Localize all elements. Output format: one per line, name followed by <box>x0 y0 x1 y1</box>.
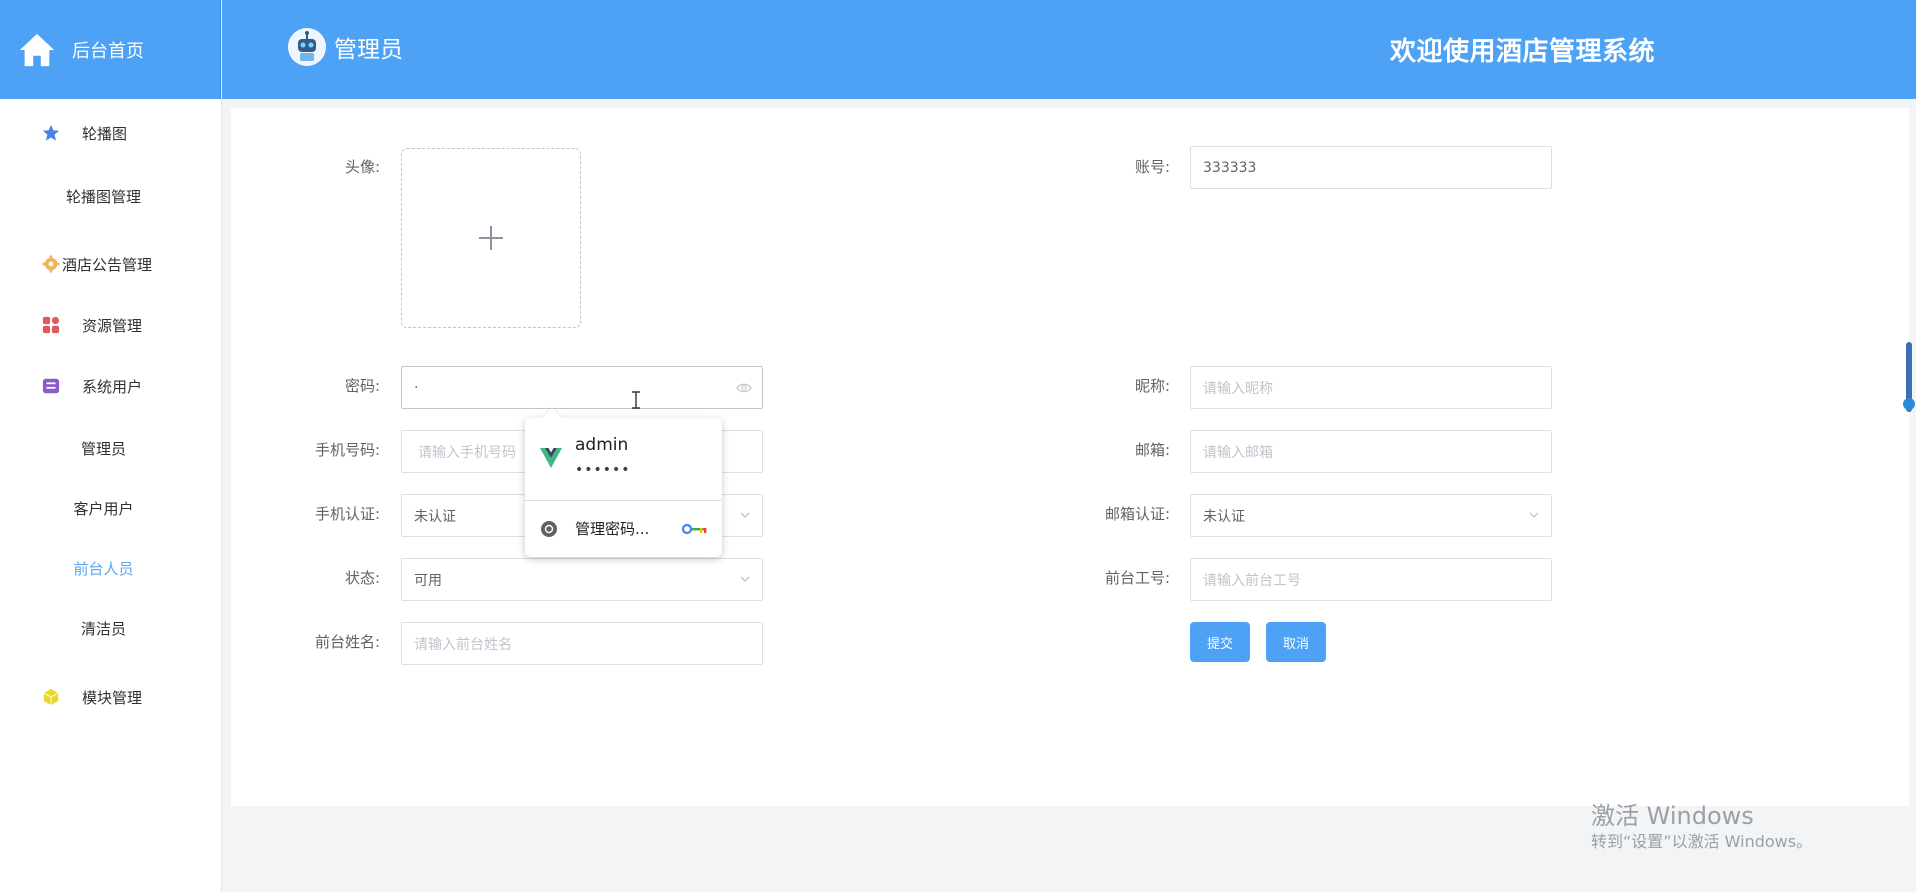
sub-customer[interactable]: 客户用户 <box>0 488 221 528</box>
status-select[interactable]: 可用 <box>401 558 763 601</box>
sub-admin[interactable]: 管理员 <box>0 428 221 468</box>
password-value: · <box>414 379 419 396</box>
sidebar: 后台首页 轮播图 轮播图管理 酒店公告管理 资源管理 系统用户 管理员 客户用户… <box>0 0 222 892</box>
avatar[interactable] <box>288 28 326 66</box>
password-input[interactable]: · <box>401 366 763 409</box>
vue-logo-icon <box>540 448 562 468</box>
staff-name-input[interactable]: 请输入前台姓名 <box>401 622 763 665</box>
eye-icon[interactable] <box>736 380 752 396</box>
scrollbar-knob[interactable] <box>1903 398 1915 410</box>
email-input[interactable]: 请输入邮箱 <box>1190 430 1552 473</box>
plus-icon <box>479 226 503 250</box>
cube-icon <box>43 688 59 706</box>
menu-label: 系统用户 <box>82 377 143 396</box>
manage-passwords-label: 管理密码... <box>575 520 650 538</box>
sub-carousel-manage[interactable]: 轮播图管理 <box>0 176 221 216</box>
sub-cleaner[interactable]: 清洁员 <box>0 608 221 648</box>
menu-label: 资源管理 <box>82 316 143 335</box>
sub-front-desk[interactable]: 前台人员 <box>0 548 221 588</box>
chevron-down-icon <box>740 512 750 518</box>
gear-icon <box>42 255 60 273</box>
submit-button[interactable]: 提交 <box>1190 622 1250 662</box>
email-label: 邮箱: <box>1134 441 1170 459</box>
welcome-title: 欢迎使用酒店管理系统 <box>1390 37 1656 67</box>
staff-no-label: 前台工号: <box>1104 569 1170 587</box>
top-header: 管理员 欢迎使用酒店管理系统 <box>222 0 1916 99</box>
saved-username: admin <box>575 435 629 455</box>
manage-passwords-item[interactable]: 管理密码... <box>525 501 722 557</box>
key-icon <box>682 523 707 535</box>
saved-credential-item[interactable]: admin •••••• <box>525 418 722 500</box>
email-verify-label: 邮箱认证: <box>1104 505 1170 523</box>
windows-watermark-subtitle: 转到“设置”以激活 Windows。 <box>1591 832 1813 851</box>
nickname-label: 昵称: <box>1134 377 1170 395</box>
phone-verify-value: 未认证 <box>414 508 456 525</box>
menu-module[interactable]: 模块管理 <box>0 677 221 717</box>
phone-label: 手机号码: <box>314 441 380 459</box>
menu-label: 模块管理 <box>82 688 143 707</box>
home-link[interactable]: 后台首页 <box>0 0 221 99</box>
menu-carousel[interactable]: 轮播图 <box>0 113 221 153</box>
home-icon <box>19 33 55 66</box>
staff-no-input[interactable]: 请输入前台工号 <box>1190 558 1552 601</box>
star-icon <box>42 124 60 141</box>
password-label: 密码: <box>344 377 380 395</box>
menu-label: 轮播图 <box>82 124 128 143</box>
saved-password-mask: •••••• <box>575 462 631 478</box>
email-verify-select[interactable]: 未认证 <box>1190 494 1552 537</box>
box-icon <box>42 378 60 394</box>
avatar-label: 头像: <box>344 158 380 176</box>
home-label: 后台首页 <box>72 40 144 62</box>
email-verify-value: 未认证 <box>1203 508 1245 525</box>
chrome-icon <box>541 521 557 537</box>
chevron-down-icon <box>740 576 750 582</box>
menu-hotel-notice[interactable]: 酒店公告管理 <box>0 244 221 284</box>
cancel-button[interactable]: 取消 <box>1266 622 1326 662</box>
account-label: 账号: <box>1134 158 1170 176</box>
account-input[interactable]: 333333 <box>1190 146 1552 189</box>
windows-watermark-title: 激活 Windows <box>1591 802 1754 830</box>
staff-name-label: 前台姓名: <box>314 633 380 651</box>
menu-system-users[interactable]: 系统用户 <box>0 366 221 406</box>
grid-icon <box>42 316 60 334</box>
status-label: 状态: <box>344 569 380 587</box>
role-title: 管理员 <box>334 37 403 63</box>
chevron-down-icon <box>1529 512 1539 518</box>
menu-label: 酒店公告管理 <box>62 255 153 274</box>
phone-verify-label: 手机认证: <box>314 505 380 523</box>
status-value: 可用 <box>414 572 442 589</box>
text-cursor-icon <box>632 391 640 409</box>
nickname-input[interactable]: 请输入昵称 <box>1190 366 1552 409</box>
robot-icon <box>289 29 325 65</box>
password-autofill-popup: admin •••••• 管理密码... <box>525 408 722 557</box>
avatar-upload[interactable] <box>401 148 581 328</box>
menu-resource[interactable]: 资源管理 <box>0 305 221 345</box>
